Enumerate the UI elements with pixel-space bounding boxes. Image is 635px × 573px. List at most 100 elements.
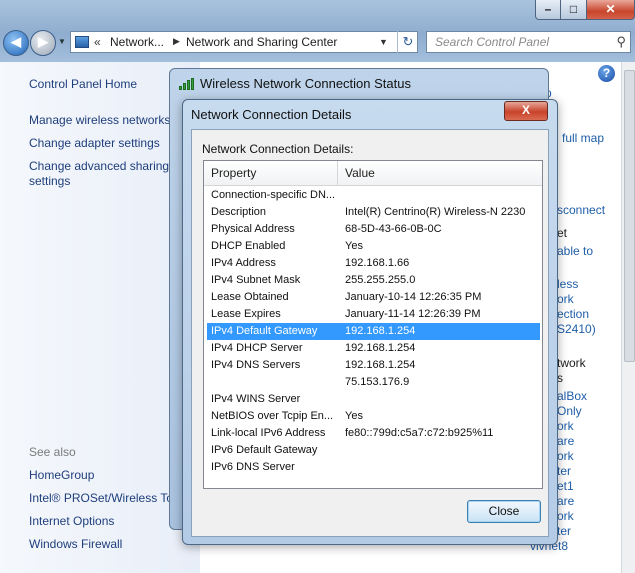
value-cell: fe80::799d:c5a7:c72:b925%11 (345, 427, 494, 439)
list-header: Property Value (204, 161, 542, 186)
table-row[interactable]: Description Intel(R) Centrino(R) Wireless… (207, 204, 540, 221)
control-panel-home-link[interactable]: Control Panel Home (29, 77, 137, 91)
table-row[interactable]: Physical Address 68-5D-43-66-0B-0C (207, 221, 540, 238)
value-cell: 192.168.1.254 (345, 359, 416, 371)
bg-fragment: twork (557, 356, 586, 370)
network-connection-details-dialog: Network Connection Details X Network Con… (182, 99, 558, 545)
recent-pages-dropdown-icon[interactable]: ▼ (58, 37, 66, 46)
table-row[interactable]: IPv4 DHCP Server 192.168.1.254 (207, 340, 540, 357)
search-input[interactable]: Search Control Panel ⚲ (426, 31, 631, 53)
breadcrumb-separator-icon[interactable]: ▶ (173, 36, 180, 47)
property-cell: Connection-specific DN... (211, 189, 336, 201)
table-row[interactable]: 75.153.176.9 (207, 374, 540, 391)
table-row[interactable]: NetBIOS over Tcpip En... Yes (207, 408, 540, 425)
table-row[interactable]: Link-local IPv6 Address fe80::799d:c5a7:c… (207, 425, 540, 442)
search-placeholder: Search Control Panel (435, 35, 550, 49)
table-row[interactable]: IPv4 Subnet Mask 255.255.255.0 (207, 272, 540, 289)
property-cell: NetBIOS over Tcpip En... (211, 410, 334, 422)
bg-fragment[interactable]: ection (557, 307, 589, 321)
internet-options-link[interactable]: Internet Options (29, 514, 114, 528)
value-cell: 68-5D-43-66-0B-0C (345, 223, 442, 235)
property-cell: IPv6 Default Gateway (211, 444, 318, 456)
search-icon[interactable]: ⚲ (616, 34, 626, 50)
see-also-heading: See also (29, 445, 76, 459)
table-row[interactable]: IPv6 DNS Server (207, 459, 540, 476)
bg-fragment[interactable]: ork (557, 292, 574, 306)
property-cell: IPv6 DNS Server (211, 461, 295, 473)
table-row[interactable]: IPv6 Default Gateway (207, 442, 540, 459)
bg-fragment[interactable]: alBox (557, 389, 587, 403)
bg-fragment[interactable]: ork (557, 449, 574, 463)
bg-fragment[interactable]: ter (557, 464, 571, 478)
status-window-title: Wireless Network Connection Status (200, 76, 411, 91)
property-cell: IPv4 Address (211, 257, 276, 269)
maximize-button[interactable]: □ (560, 0, 587, 20)
bg-fragment[interactable]: Only (557, 404, 582, 418)
value-cell: 192.168.1.66 (345, 257, 410, 269)
change-advanced-sharing-link[interactable]: Change advanced sharing settings (29, 159, 179, 189)
table-row[interactable]: IPv4 DNS Servers 192.168.1.254 (207, 357, 540, 374)
minimize-button[interactable]: – (535, 0, 561, 20)
details-dialog-body: Network Connection Details: Property Val… (191, 129, 549, 537)
property-cell: IPv4 WINS Server (211, 393, 301, 405)
table-row[interactable]: IPv4 Address 192.168.1.66 (207, 255, 540, 272)
table-row[interactable]: Lease Obtained January-10-14 12:26:35 PM (207, 289, 540, 306)
bg-fragment[interactable]: less (557, 277, 578, 291)
help-icon[interactable]: ? (598, 65, 615, 82)
bg-fragment[interactable]: et1 (557, 479, 574, 493)
bg-fragment[interactable]: ork (557, 509, 574, 523)
details-list[interactable]: Property Value Connection-specific DN...… (203, 160, 543, 489)
value-cell: Intel(R) Centrino(R) Wireless-N 2230 (345, 206, 526, 218)
address-dropdown-icon[interactable]: ▼ (379, 37, 388, 47)
property-cell: Physical Address (211, 223, 295, 235)
scrollbar-thumb[interactable] (624, 70, 635, 362)
bg-fragment[interactable]: are (557, 494, 574, 508)
column-header-property[interactable]: Property (211, 166, 256, 180)
property-cell: Lease Obtained (211, 291, 289, 303)
bg-fragment: et (557, 226, 568, 240)
close-button[interactable]: Close (467, 500, 541, 523)
bg-fragment[interactable]: full map (562, 131, 604, 145)
back-arrow-icon[interactable]: ◀ (3, 30, 29, 56)
table-row[interactable]: Lease Expires January-11-14 12:26:39 PM (207, 306, 540, 323)
page-scrollbar[interactable] (621, 62, 635, 573)
address-bar[interactable]: « Network... ▶ Network and Sharing Cente… (70, 31, 418, 53)
table-row[interactable]: IPv4 WINS Server (207, 391, 540, 408)
close-icon[interactable]: X (504, 101, 548, 121)
breadcrumb-network-sharing-center[interactable]: Network and Sharing Center (186, 35, 337, 49)
homegroup-link[interactable]: HomeGroup (29, 468, 94, 482)
table-row[interactable]: Connection-specific DN... (207, 187, 540, 204)
property-cell: Description (211, 206, 267, 218)
bg-fragment[interactable]: ter (557, 524, 571, 538)
value-cell: 75.153.176.9 (345, 376, 410, 388)
property-cell: IPv4 Default Gateway (211, 325, 318, 337)
close-window-button[interactable]: ✕ (586, 0, 635, 20)
property-cell: DHCP Enabled (211, 240, 286, 252)
value-cell: 255.255.255.0 (345, 274, 416, 286)
intel-proset-link[interactable]: Intel® PROSet/Wireless To (29, 491, 173, 505)
bg-fragment[interactable]: are (557, 434, 574, 448)
property-cell: IPv4 DHCP Server (211, 342, 303, 354)
bg-fragment[interactable]: able to (557, 244, 593, 258)
property-cell: IPv4 Subnet Mask (211, 274, 301, 286)
table-row[interactable]: IPv4 Default Gateway 192.168.1.254 (207, 323, 540, 340)
refresh-icon[interactable]: ↻ (397, 31, 418, 53)
value-cell: January-11-14 12:26:39 PM (345, 308, 481, 320)
column-header-value[interactable]: Value (345, 166, 375, 180)
windows-firewall-link[interactable]: Windows Firewall (29, 537, 122, 551)
details-label: Network Connection Details: (202, 142, 354, 156)
bg-fragment[interactable]: ork (557, 419, 574, 433)
bg-fragment[interactable]: sconnect (557, 203, 605, 217)
breadcrumb-network[interactable]: Network... (110, 35, 164, 49)
breadcrumb-overflow-icon[interactable]: « (94, 35, 101, 49)
change-adapter-settings-link[interactable]: Change adapter settings (29, 136, 160, 150)
property-cell: Lease Expires (211, 308, 281, 320)
forward-arrow-icon[interactable]: ▶ (30, 30, 56, 56)
value-cell: Yes (345, 410, 363, 422)
bg-fragment[interactable]: S2410) (557, 322, 596, 336)
table-row[interactable]: DHCP Enabled Yes (207, 238, 540, 255)
manage-wireless-networks-link[interactable]: Manage wireless networks (29, 113, 170, 127)
value-cell: January-10-14 12:26:35 PM (345, 291, 482, 303)
column-divider[interactable] (337, 161, 338, 185)
value-cell: 192.168.1.254 (345, 325, 416, 337)
